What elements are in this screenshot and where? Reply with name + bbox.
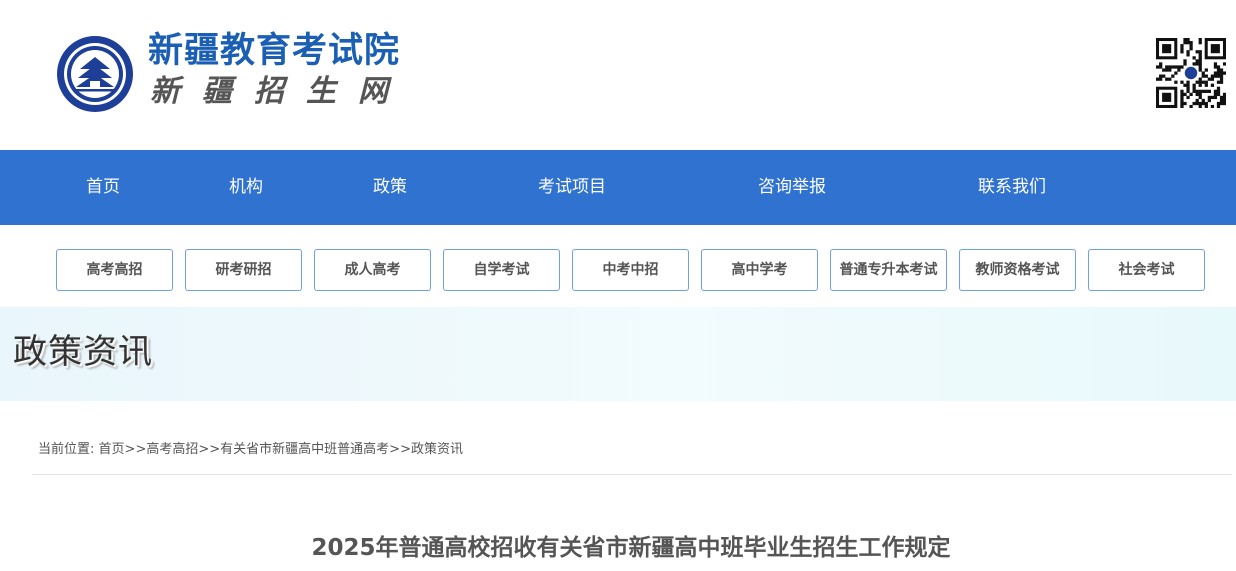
site-title[interactable]: 新疆教育考试院 bbox=[148, 30, 400, 72]
category-button-teacher-qualification[interactable]: 教师资格考试 bbox=[959, 249, 1076, 291]
category-button-self-study-exam[interactable]: 自学考试 bbox=[443, 249, 560, 291]
breadcrumb-home-link[interactable]: 首页 bbox=[99, 442, 125, 457]
exam-authority-emblem-icon[interactable] bbox=[56, 35, 134, 113]
breadcrumb: 当前位置: 首页>>高考高招>>有关省市新疆高中班普通高考>>政策资讯 bbox=[38, 441, 463, 459]
article-title: 2025年普通高校招收有关省市新疆高中班毕业生招生工作规定 bbox=[311, 535, 951, 561]
category-button-graduate-exam[interactable]: 研考研招 bbox=[185, 249, 302, 291]
breadcrumb-separator: >> bbox=[198, 442, 221, 457]
category-button-social-exam[interactable]: 社会考试 bbox=[1088, 249, 1205, 291]
main-nav: 首页 机构 政策 考试项目 咨询举报 联系我们 bbox=[0, 150, 1236, 225]
breadcrumb-xinjiang-class-link[interactable]: 有关省市新疆高中班普通高考 bbox=[220, 442, 389, 457]
breadcrumb-gaokao-link[interactable]: 高考高招 bbox=[146, 442, 198, 457]
breadcrumb-policy-news-link[interactable]: 政策资讯 bbox=[411, 442, 463, 457]
category-button-adult-exam[interactable]: 成人高考 bbox=[314, 249, 431, 291]
category-button-upgrade-exam[interactable]: 普通专升本考试 bbox=[830, 249, 947, 291]
breadcrumb-divider bbox=[32, 474, 1232, 475]
nav-item-home[interactable]: 首页 bbox=[62, 150, 144, 225]
site-subtitle: 新疆招生网 bbox=[150, 74, 410, 109]
nav-item-consult-report[interactable]: 咨询举报 bbox=[732, 150, 852, 225]
nav-item-organization[interactable]: 机构 bbox=[205, 150, 287, 225]
section-title: 政策资讯 bbox=[13, 332, 153, 372]
breadcrumb-separator: >> bbox=[389, 442, 411, 457]
category-button-zhongkao[interactable]: 中考中招 bbox=[572, 249, 689, 291]
site-header: 新疆教育考试院 新疆招生网 bbox=[0, 0, 1236, 150]
nav-item-exam-programs[interactable]: 考试项目 bbox=[512, 150, 632, 225]
breadcrumb-separator: >> bbox=[124, 442, 147, 457]
qr-code-icon bbox=[1156, 38, 1226, 108]
nav-item-policy[interactable]: 政策 bbox=[349, 150, 431, 225]
breadcrumb-prefix: 当前位置: bbox=[38, 442, 95, 457]
category-button-high-school-academic[interactable]: 高中学考 bbox=[701, 249, 818, 291]
section-banner: 政策资讯 bbox=[0, 307, 1236, 401]
nav-item-contact-us[interactable]: 联系我们 bbox=[952, 150, 1072, 225]
category-button-gaokao[interactable]: 高考高招 bbox=[56, 249, 173, 291]
